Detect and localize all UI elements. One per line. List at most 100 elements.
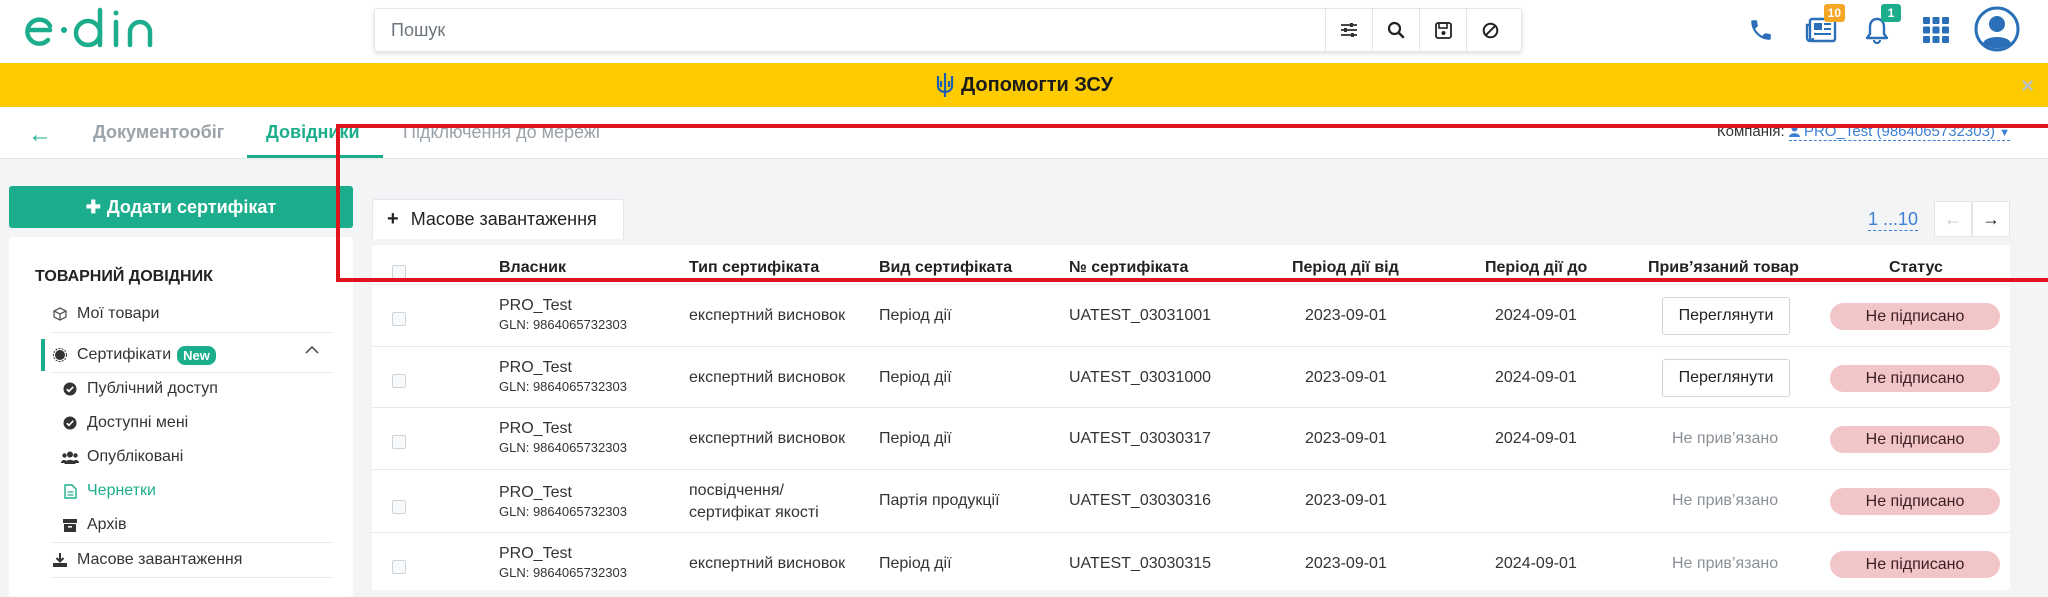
tab-document-flow[interactable]: Документообіг (93, 122, 224, 143)
company-dropdown[interactable]: PRO_Test (9864065732303) ▼ (1788, 123, 2010, 141)
caret-down-icon: ▼ (1999, 127, 2010, 139)
grid-icon (1923, 17, 1949, 43)
view-linked-product-button[interactable]: Переглянути (1662, 297, 1790, 335)
tab-network-connection[interactable]: Підключення до мережі (403, 122, 600, 143)
clear-search-button[interactable] (1466, 9, 1513, 51)
valid-to: 2024-09-01 (1495, 555, 1577, 572)
user-avatar[interactable] (1974, 6, 2020, 52)
search-bar (374, 8, 1522, 52)
bulk-upload-button[interactable]: + Масове завантаження (372, 199, 624, 239)
top-bar: 10 1 (0, 0, 2048, 63)
banner-close-button[interactable]: × (2021, 73, 2034, 99)
table-row[interactable]: PRO_Test GLN: 9864065732303 експертний в… (372, 533, 2010, 595)
valid-from: 2023-09-01 (1305, 307, 1387, 324)
owner-cell: PRO_Test GLN: 9864065732303 (499, 545, 627, 580)
support-banner[interactable]: Допомогти ЗСУ × (0, 63, 2048, 107)
table-row[interactable]: PRO_Test GLN: 9864065732303 експертний в… (372, 347, 2010, 408)
row-checkbox[interactable] (392, 435, 406, 449)
sidebar-item-label: Сертифікати (77, 346, 172, 363)
notifications-badge: 1 (1881, 4, 1901, 22)
valid-from: 2023-09-01 (1305, 492, 1387, 509)
sidebar-item-label: Чернетки (87, 482, 156, 499)
sidebar-item-archive[interactable]: Архів (9, 516, 353, 534)
not-linked-text: Не прив’язано (1672, 555, 1779, 572)
sidebar-item-available-to-me[interactable]: Доступні мені (9, 414, 353, 432)
prev-page-button[interactable]: ← (1934, 201, 1972, 237)
sidebar-item-drafts[interactable]: Чернетки (9, 482, 353, 500)
owner-gln: GLN: 9864065732303 (499, 379, 627, 394)
sidebar-item-my-goods[interactable]: Мої товари (9, 305, 353, 323)
col-status[interactable]: Статус (1889, 259, 1943, 277)
cert-kind: Період дії (879, 307, 952, 324)
table-row[interactable]: PRO_Test GLN: 9864065732303 експертний в… (372, 408, 2010, 470)
edin-logo[interactable] (20, 6, 170, 54)
col-cert-number[interactable]: № сертифіката (1069, 259, 1188, 277)
cert-number: UATEST_03030317 (1069, 430, 1212, 447)
table-row[interactable]: PRO_Test GLN: 9864065732303 посвідчення/… (372, 470, 2010, 533)
new-badge: New (177, 345, 216, 365)
status-badge: Не підписано (1830, 426, 2000, 453)
row-checkbox[interactable] (392, 374, 406, 388)
col-owner[interactable]: Власник (499, 259, 566, 277)
cert-type: експертний висновок (689, 555, 846, 572)
chevron-up-icon[interactable] (304, 345, 320, 355)
add-certificate-button[interactable]: ✚ Додати сертифікат (9, 186, 353, 228)
row-checkbox[interactable] (392, 500, 406, 514)
file-text-icon (61, 482, 79, 500)
valid-from: 2023-09-01 (1305, 555, 1387, 572)
download-icon (51, 551, 69, 569)
search-input[interactable] (375, 9, 1325, 51)
sidebar-item-certificates[interactable]: Сертифікати New (9, 339, 353, 371)
table-header: Власник Тип сертифіката Вид сертифіката … (372, 245, 2010, 285)
col-cert-type[interactable]: Тип сертифіката (689, 259, 819, 277)
cert-type: експертний висновок (689, 307, 846, 324)
owner-name: PRO_Test (499, 297, 572, 314)
next-page-button[interactable]: → (1972, 201, 2010, 237)
owner-gln: GLN: 9864065732303 (499, 440, 627, 455)
certificate-icon (51, 346, 69, 364)
owner-name: PRO_Test (499, 545, 572, 562)
col-valid-from[interactable]: Період дії від (1292, 259, 1399, 277)
cert-number: UATEST_03030315 (1069, 555, 1212, 572)
pagination-range[interactable]: 1 ...10 (1868, 209, 1919, 231)
table-row[interactable]: PRO_Test GLN: 9864065732303 експертний в… (372, 285, 2010, 347)
valid-to: 2024-09-01 (1495, 369, 1577, 386)
sidebar-item-public-access[interactable]: Публічний доступ (9, 380, 353, 398)
owner-cell: PRO_Test GLN: 9864065732303 (499, 420, 627, 455)
cert-kind: Період дії (879, 555, 952, 572)
owner-cell: PRO_Test GLN: 9864065732303 (499, 359, 627, 394)
sliders-icon (1341, 23, 1357, 37)
row-checkbox[interactable] (392, 560, 406, 574)
row-checkbox[interactable] (392, 312, 406, 326)
sidebar-item-bulk-upload[interactable]: Масове завантаження (9, 551, 353, 569)
col-cert-kind[interactable]: Вид сертифіката (879, 259, 1012, 277)
status-badge: Не підписано (1830, 303, 2000, 330)
add-certificate-label: Додати сертифікат (106, 196, 277, 217)
sidebar-item-published[interactable]: Опубліковані (9, 448, 353, 466)
apps-button[interactable] (1916, 10, 1956, 50)
sidebar-title: ТОВАРНИЙ ДОВІДНИК (35, 268, 213, 285)
filter-button[interactable] (1325, 9, 1372, 51)
main-nav: ← Документообіг Довідники Підключення до… (0, 107, 2048, 159)
tab-directories[interactable]: Довідники (266, 122, 360, 143)
bulk-upload-label: Масове завантаження (410, 209, 597, 229)
cert-number: UATEST_03030316 (1069, 492, 1212, 509)
col-valid-to[interactable]: Період дії до (1485, 259, 1587, 277)
sidebar-divider (51, 577, 333, 578)
view-linked-product-button[interactable]: Переглянути (1662, 359, 1790, 397)
back-arrow-icon[interactable]: ← (28, 121, 52, 149)
search-button[interactable] (1372, 9, 1419, 51)
save-search-button[interactable] (1419, 9, 1466, 51)
phone-button[interactable] (1741, 10, 1781, 50)
sidebar-item-label: Архів (87, 516, 127, 533)
cert-type-line-2: сертифікат якості (689, 504, 819, 521)
arrow-right-icon: → (1982, 208, 2000, 229)
users-icon (61, 448, 79, 466)
user-icon (1974, 6, 2020, 52)
documents-button[interactable]: 10 (1801, 4, 1845, 50)
col-linked-product[interactable]: Прив’язаний товар (1648, 259, 1799, 277)
sidebar-divider (51, 372, 333, 373)
select-all-checkbox[interactable] (392, 265, 406, 279)
search-icon (1387, 21, 1405, 39)
notifications-button[interactable]: 1 (1857, 4, 1901, 50)
